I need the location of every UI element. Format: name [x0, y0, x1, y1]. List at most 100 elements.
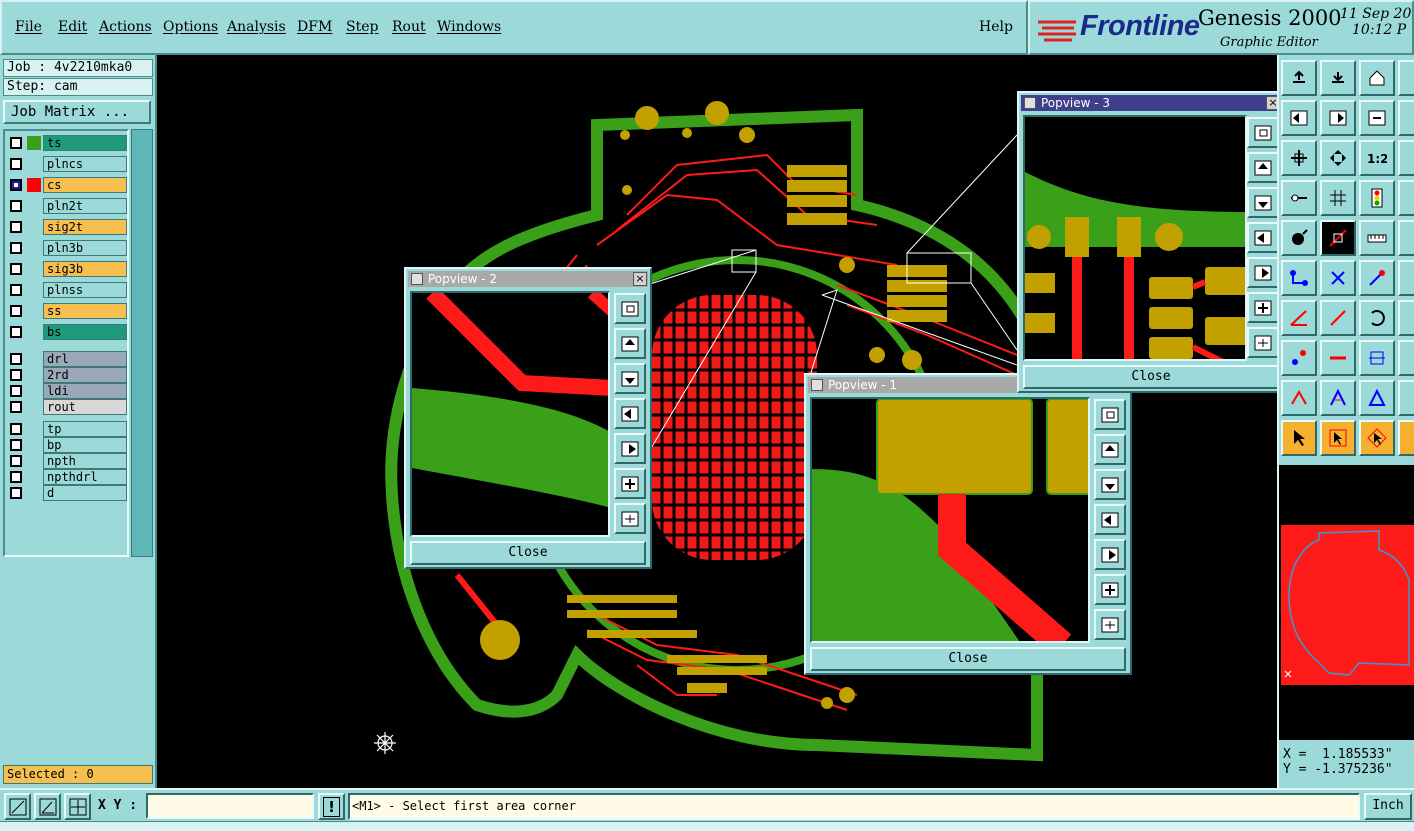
home-icon[interactable] — [1359, 60, 1395, 96]
layer-row-tp[interactable]: tp — [7, 421, 127, 437]
tool-button-31[interactable] — [1398, 340, 1414, 376]
popview-2-titlebar[interactable]: Popview - 2 × — [408, 271, 648, 287]
fit-icon[interactable] — [1281, 140, 1317, 176]
menu-edit[interactable]: Edit — [58, 19, 87, 35]
center-icon[interactable] — [1359, 340, 1395, 376]
zoom-fit-icon[interactable] — [1247, 117, 1277, 148]
layer-row-npth[interactable]: npth — [7, 453, 127, 469]
pan-left-icon[interactable] — [1247, 222, 1277, 253]
snap-mode-icon[interactable] — [4, 793, 31, 820]
pan-right-icon[interactable] — [614, 433, 646, 464]
tool-button-15[interactable] — [1398, 180, 1414, 216]
cross-icon[interactable] — [1320, 260, 1356, 296]
layer-checkbox[interactable] — [10, 326, 22, 338]
zoom-fit-icon[interactable] — [1094, 399, 1126, 430]
pan-right-icon[interactable] — [1320, 100, 1356, 136]
menu-dfm[interactable]: DFM — [297, 19, 332, 35]
popview-2-close-button[interactable]: Close — [410, 541, 646, 565]
layer-checkbox[interactable] — [10, 263, 22, 275]
undo-pan-icon[interactable] — [1359, 100, 1395, 136]
import-icon[interactable] — [1320, 60, 1356, 96]
menu-rout[interactable]: Rout — [392, 19, 426, 35]
close-icon[interactable]: × — [633, 272, 647, 286]
layer-checkbox[interactable] — [10, 242, 22, 254]
pan-up-icon[interactable] — [1094, 434, 1126, 465]
pan-down-icon[interactable] — [1094, 469, 1126, 500]
connect-icon[interactable] — [1281, 260, 1317, 296]
horizontal-icon[interactable] — [1320, 340, 1356, 376]
menu-file[interactable]: File — [15, 19, 42, 35]
tool-button-39[interactable] — [1398, 420, 1414, 456]
window-menu-icon[interactable] — [1024, 97, 1036, 109]
zoom-out-icon[interactable] — [1094, 609, 1126, 640]
pan-right-icon[interactable] — [1247, 257, 1277, 288]
popview-3-view[interactable] — [1023, 115, 1247, 361]
alert-button[interactable]: ! — [318, 793, 345, 820]
pan-down-icon[interactable] — [1247, 187, 1277, 218]
layer-row-bs[interactable]: bs — [7, 324, 127, 340]
arc-icon[interactable] — [1359, 300, 1395, 336]
layer-row-pln3b[interactable]: pln3b — [7, 240, 127, 256]
layer-checkbox[interactable] — [10, 401, 22, 413]
layer-checkbox[interactable] — [10, 423, 22, 435]
zoom-out-icon[interactable] — [1247, 327, 1277, 358]
menu-analysis[interactable]: Analysis — [227, 19, 286, 35]
angle-mode-icon[interactable] — [34, 793, 61, 820]
window-menu-icon[interactable] — [811, 379, 823, 391]
pointer-icon[interactable] — [1281, 420, 1317, 456]
grid-icon[interactable] — [1320, 180, 1356, 216]
layer-checkbox[interactable] — [10, 284, 22, 296]
export-icon[interactable] — [1281, 60, 1317, 96]
graphic-canvas[interactable]: Popview - 2 × Close Popview - 1 Close Po… — [157, 55, 1277, 788]
ratio-icon[interactable]: 1:2 — [1359, 140, 1395, 176]
layer-row-ts[interactable]: ts — [7, 135, 127, 151]
slash-icon[interactable] — [1320, 300, 1356, 336]
pan-left-icon[interactable] — [1094, 504, 1126, 535]
layer-checkbox[interactable] — [10, 158, 22, 170]
pan-right-icon[interactable] — [1094, 539, 1126, 570]
point-icon[interactable] — [1359, 260, 1395, 296]
tool-button-19[interactable] — [1398, 220, 1414, 256]
zoom-in-icon[interactable] — [1247, 292, 1277, 323]
layer-checkbox[interactable] — [10, 200, 22, 212]
zoom-in-icon[interactable] — [614, 468, 646, 499]
layer-row-sig2t[interactable]: sig2t — [7, 219, 127, 235]
window-menu-icon[interactable] — [411, 273, 423, 285]
menu-windows[interactable]: Windows — [437, 19, 501, 35]
popview-1-close-button[interactable]: Close — [810, 647, 1126, 671]
layer-checkbox[interactable] — [10, 305, 22, 317]
pointer-box-icon[interactable] — [1320, 420, 1356, 456]
layer-row-cs[interactable]: cs — [7, 177, 127, 193]
tool-button-7[interactable] — [1398, 100, 1414, 136]
tool-button-3[interactable] — [1398, 60, 1414, 96]
triangle-icon[interactable] — [1281, 380, 1317, 416]
popview-3-close-button[interactable]: Close — [1023, 365, 1277, 389]
layer-checkbox[interactable] — [10, 471, 22, 483]
layer-checkbox[interactable] — [10, 487, 22, 499]
triangle-a-icon[interactable] — [1320, 380, 1356, 416]
menu-options[interactable]: Options — [163, 19, 218, 35]
zoom-out-icon[interactable] — [614, 503, 646, 534]
layer-row-npthdrl[interactable]: npthdrl — [7, 469, 127, 485]
job-matrix-button[interactable]: Job Matrix ... — [3, 100, 151, 124]
ruler-icon[interactable] — [1359, 220, 1395, 256]
popview-1-view[interactable] — [810, 397, 1090, 643]
pointer-shape-icon[interactable] — [1359, 420, 1395, 456]
layer-row-sig3b[interactable]: sig3b — [7, 261, 127, 277]
snap-point-icon[interactable] — [1281, 340, 1317, 376]
layer-row-ldi[interactable]: ldi — [7, 383, 127, 399]
layer-row-plnss[interactable]: plnss — [7, 282, 127, 298]
layer-row-drl[interactable]: drl — [7, 351, 127, 367]
tool-button-11[interactable] — [1398, 140, 1414, 176]
layer-list-scrollbar[interactable] — [131, 129, 153, 557]
board-overview[interactable] — [1279, 465, 1414, 740]
zoom-all-icon[interactable] — [1320, 140, 1356, 176]
layer-row-plncs[interactable]: plncs — [7, 156, 127, 172]
close-icon[interactable]: × — [1266, 96, 1277, 110]
menu-step[interactable]: Step — [346, 19, 378, 35]
units-button[interactable]: Inch — [1364, 793, 1412, 820]
zoom-fit-icon[interactable] — [614, 293, 646, 324]
pan-up-icon[interactable] — [614, 328, 646, 359]
select-line-icon[interactable] — [1320, 220, 1356, 256]
layer-row-2rd[interactable]: 2rd — [7, 367, 127, 383]
